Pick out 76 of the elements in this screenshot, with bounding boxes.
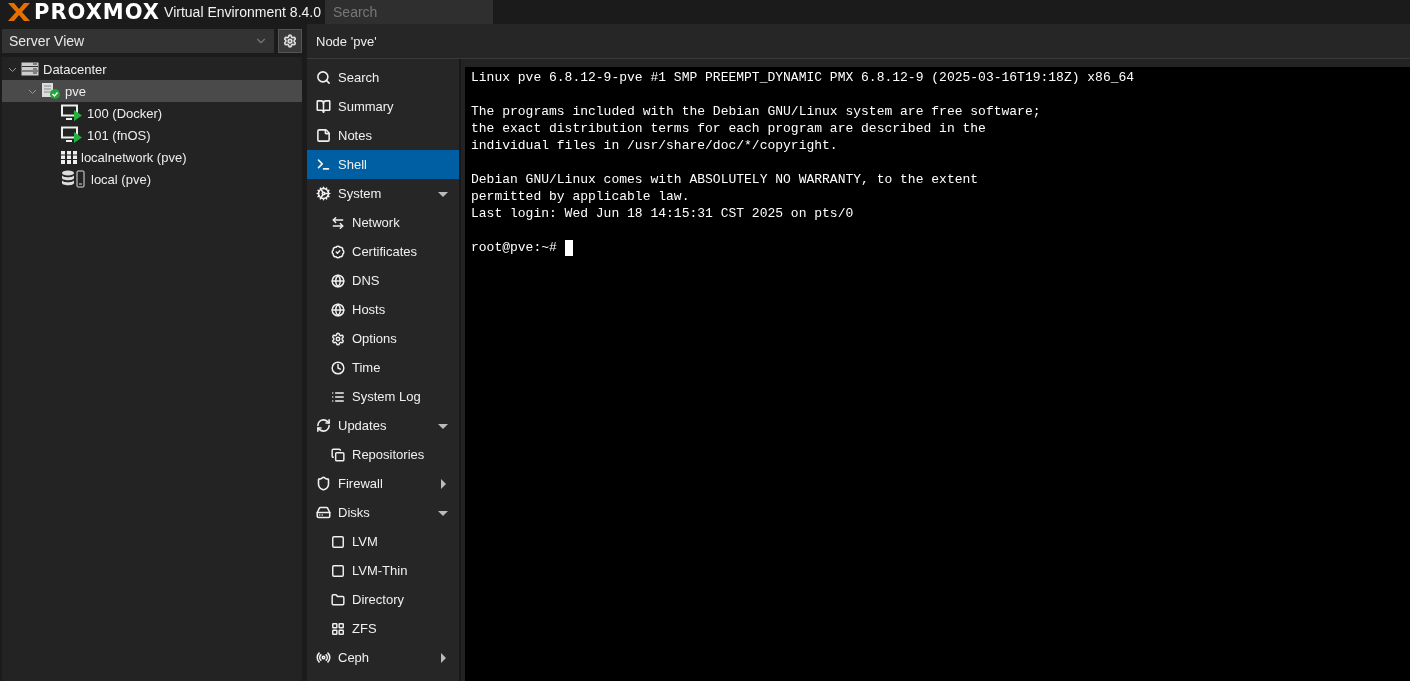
globe-icon <box>331 273 345 288</box>
tree-item[interactable]: local (pve) <box>2 168 302 190</box>
book-icon <box>316 99 331 114</box>
nav-item[interactable]: Ceph <box>307 643 459 672</box>
square-icon <box>331 534 345 549</box>
search-icon <box>316 70 331 85</box>
terminal-line: Linux pve 6.8.12-9-pve #1 SMP PREEMPT_DYNAMIC PMX 6.8.12-9 (2025-03-16T19:18Z) x86_64 <box>471 69 1136 86</box>
tree-label: local (pve) <box>91 171 151 187</box>
settings-button[interactable] <box>278 29 302 53</box>
nav-item[interactable]: DNS <box>307 266 459 295</box>
tree-label: localnetwork (pve) <box>81 149 187 165</box>
arrows-icon <box>331 215 345 230</box>
search-field[interactable]: Search <box>325 0 493 24</box>
monitor-running-icon <box>61 104 83 122</box>
globe-icon <box>331 302 345 317</box>
nav-item[interactable]: Network <box>307 208 459 237</box>
nav-item[interactable]: System <box>307 179 459 208</box>
tree-label: Datacenter <box>43 61 107 77</box>
nav-item[interactable]: LVM <box>307 527 459 556</box>
clock-icon <box>331 360 345 375</box>
server-rack-icon <box>21 62 39 76</box>
nav-item[interactable]: Summary <box>307 92 459 121</box>
nav-item[interactable]: Firewall <box>307 469 459 498</box>
nav-item[interactable]: Hosts <box>307 295 459 324</box>
signal-icon <box>316 650 331 665</box>
logo-icon <box>6 1 30 23</box>
nav-item[interactable]: Updates <box>307 411 459 440</box>
database-icon <box>61 170 87 188</box>
nav-item[interactable]: System Log <box>307 382 459 411</box>
tree-item[interactable]: 100 (Docker) <box>2 102 302 124</box>
tree-label: 100 (Docker) <box>87 105 163 121</box>
grid-icon <box>61 150 77 164</box>
folder-icon <box>331 592 345 607</box>
square-outline-icon <box>331 563 345 578</box>
gear-icon <box>283 34 297 48</box>
view-dropdown[interactable]: Server View <box>2 29 274 53</box>
nav-item[interactable]: Options <box>307 324 459 353</box>
copy-icon <box>331 447 345 462</box>
tree-label: pve <box>65 83 86 99</box>
terminal-line: permitted by applicable law. <box>471 188 691 205</box>
terminal-line: individual files in /usr/share/doc/*/copyright. <box>471 137 839 154</box>
monitor-running-icon <box>61 126 83 144</box>
tree-label: 101 (fnOS) <box>87 127 151 143</box>
nav-item[interactable]: ZFS <box>307 614 459 643</box>
nav-item[interactable]: Directory <box>307 585 459 614</box>
nav-item[interactable]: Repositories <box>307 440 459 469</box>
terminal-line: The programs included with the Debian GNU/Linux system are free software; <box>471 103 1042 120</box>
grid-icon <box>331 621 345 636</box>
tree-item[interactable]: pve <box>2 80 302 102</box>
note-icon <box>316 128 331 143</box>
terminal-prompt: root@pve:~# <box>471 240 557 255</box>
product-title: Virtual Environment 8.4.0 <box>164 4 321 20</box>
tree-item[interactable]: localnetwork (pve) <box>2 146 302 168</box>
nav-item[interactable]: Search <box>307 63 459 92</box>
nav-item[interactable]: Shell <box>307 150 459 179</box>
tree-item[interactable]: 101 (fnOS) <box>2 124 302 146</box>
nav-item[interactable]: LVM-Thin <box>307 556 459 585</box>
refresh-icon <box>316 418 331 433</box>
nav-item[interactable]: Time <box>307 353 459 382</box>
nav-item[interactable]: Certificates <box>307 237 459 266</box>
tree-item[interactable]: Datacenter <box>2 58 302 80</box>
nav-item[interactable]: Disks <box>307 498 459 527</box>
certificate-icon <box>331 244 345 259</box>
terminal-line: Debian GNU/Linux comes with ABSOLUTELY NO WARRANTY, to the extent <box>471 171 980 188</box>
terminal-line: Last login: Wed Jun 18 14:15:31 CST 2025 on pts/0 <box>471 205 855 222</box>
terminal-cursor <box>564 239 573 256</box>
terminal-line: the exact distribution terms for each program are described in the <box>471 120 987 137</box>
list-icon <box>331 389 345 404</box>
shield-icon <box>316 476 331 491</box>
gears-icon <box>316 186 331 201</box>
terminal-icon <box>316 157 331 172</box>
logo-text: PROXMOX <box>34 0 161 24</box>
drive-icon <box>316 505 331 520</box>
server-node-icon <box>41 82 61 100</box>
settings-icon <box>331 331 345 346</box>
nav-item[interactable]: Notes <box>307 121 459 150</box>
